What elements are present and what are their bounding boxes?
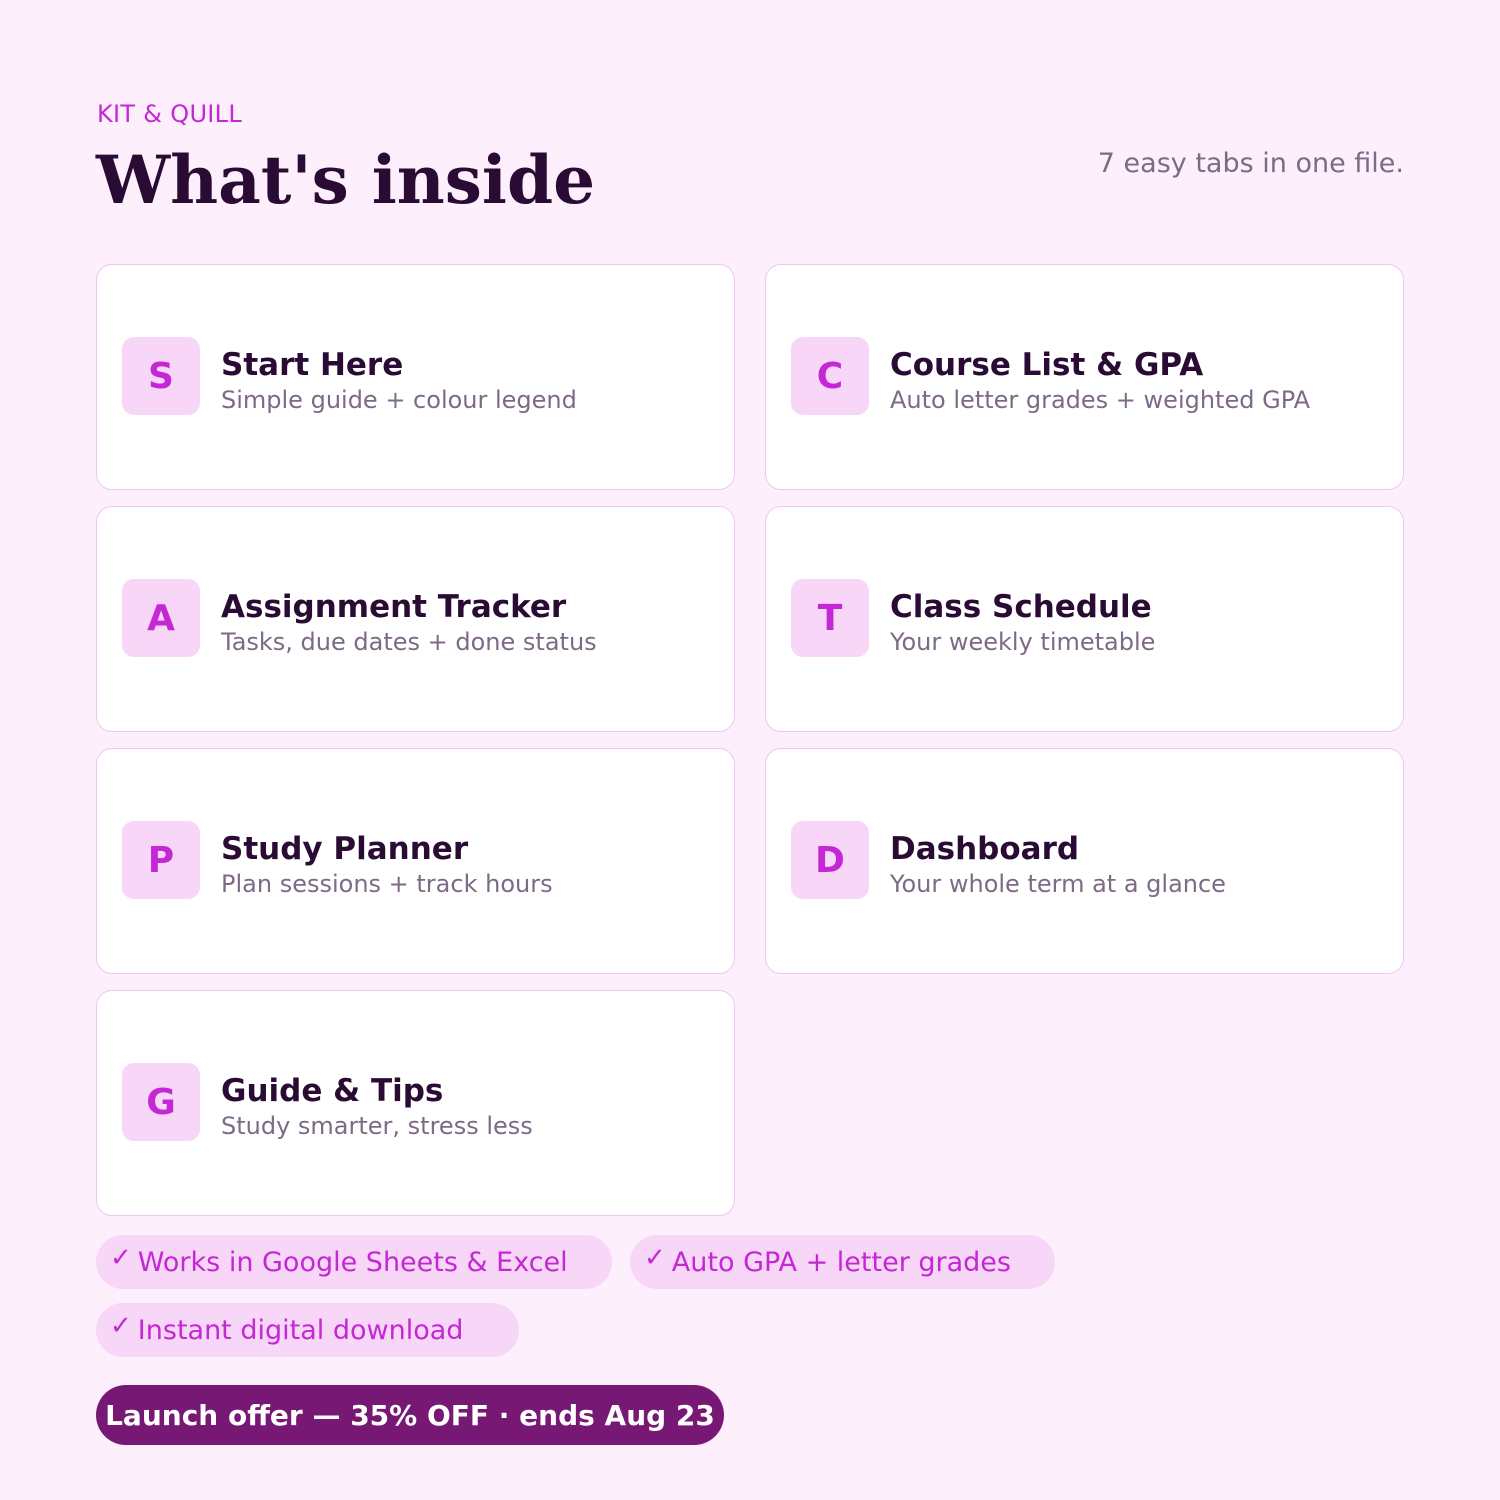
tab-card-description: Study smarter, stress less (221, 1112, 533, 1140)
tab-letter-badge: T (791, 579, 869, 657)
tab-card-title: Start Here (221, 347, 404, 383)
tab-letter-badge: G (122, 1063, 200, 1141)
brand-label: KIT & QUILL (97, 100, 243, 128)
tab-card-description: Simple guide + colour legend (221, 386, 577, 414)
tab-card-guide-tips: G Guide & Tips Study smarter, stress les… (96, 990, 735, 1216)
check-icon: ✓ (110, 1243, 132, 1273)
feature-pill-auto-gpa: ✓ Auto GPA + letter grades (630, 1235, 1055, 1289)
tab-card-title: Dashboard (890, 831, 1080, 867)
tab-card-title: Assignment Tracker (221, 589, 567, 625)
feature-pill-sheets-excel: ✓ Works in Google Sheets & Excel (96, 1235, 612, 1289)
check-icon: ✓ (110, 1311, 132, 1341)
tab-card-course-list: C Course List & GPA Auto letter grades +… (765, 264, 1404, 490)
tab-card-title: Course List & GPA (890, 347, 1204, 383)
tab-card-title: Study Planner (221, 831, 469, 867)
feature-pill-instant-download: ✓ Instant digital download (96, 1303, 519, 1357)
tab-letter-badge: C (791, 337, 869, 415)
tab-card-description: Auto letter grades + weighted GPA (890, 386, 1311, 414)
feature-pill-label: Instant digital download (137, 1314, 464, 1346)
tab-card-class-schedule: T Class Schedule Your weekly timetable (765, 506, 1404, 732)
tab-letter-badge: P (122, 821, 200, 899)
tab-letter-badge: D (791, 821, 869, 899)
tab-card-assignment-tracker: A Assignment Tracker Tasks, due dates + … (96, 506, 735, 732)
tab-letter-badge: S (122, 337, 200, 415)
launch-offer-banner: Launch offer — 35% OFF · ends Aug 23 (96, 1385, 724, 1445)
tab-card-title: Class Schedule (890, 589, 1152, 625)
tab-card-description: Plan sessions + track hours (221, 870, 553, 898)
tab-card-study-planner: P Study Planner Plan sessions + track ho… (96, 748, 735, 974)
check-icon: ✓ (644, 1243, 666, 1273)
tab-card-title: Guide & Tips (221, 1073, 444, 1109)
tab-card-description: Tasks, due dates + done status (221, 628, 597, 656)
feature-pill-label: Auto GPA + letter grades (671, 1246, 1011, 1278)
tab-letter-badge: A (122, 579, 200, 657)
tab-card-description: Your weekly timetable (890, 628, 1156, 656)
page-subtitle: 7 easy tabs in one file. (1097, 148, 1404, 179)
tab-card-description: Your whole term at a glance (890, 870, 1226, 898)
tab-card-start-here: S Start Here Simple guide + colour legen… (96, 264, 735, 490)
tab-card-dashboard: D Dashboard Your whole term at a glance (765, 748, 1404, 974)
feature-pill-label: Works in Google Sheets & Excel (137, 1246, 568, 1278)
page-title: What's inside (96, 141, 596, 219)
